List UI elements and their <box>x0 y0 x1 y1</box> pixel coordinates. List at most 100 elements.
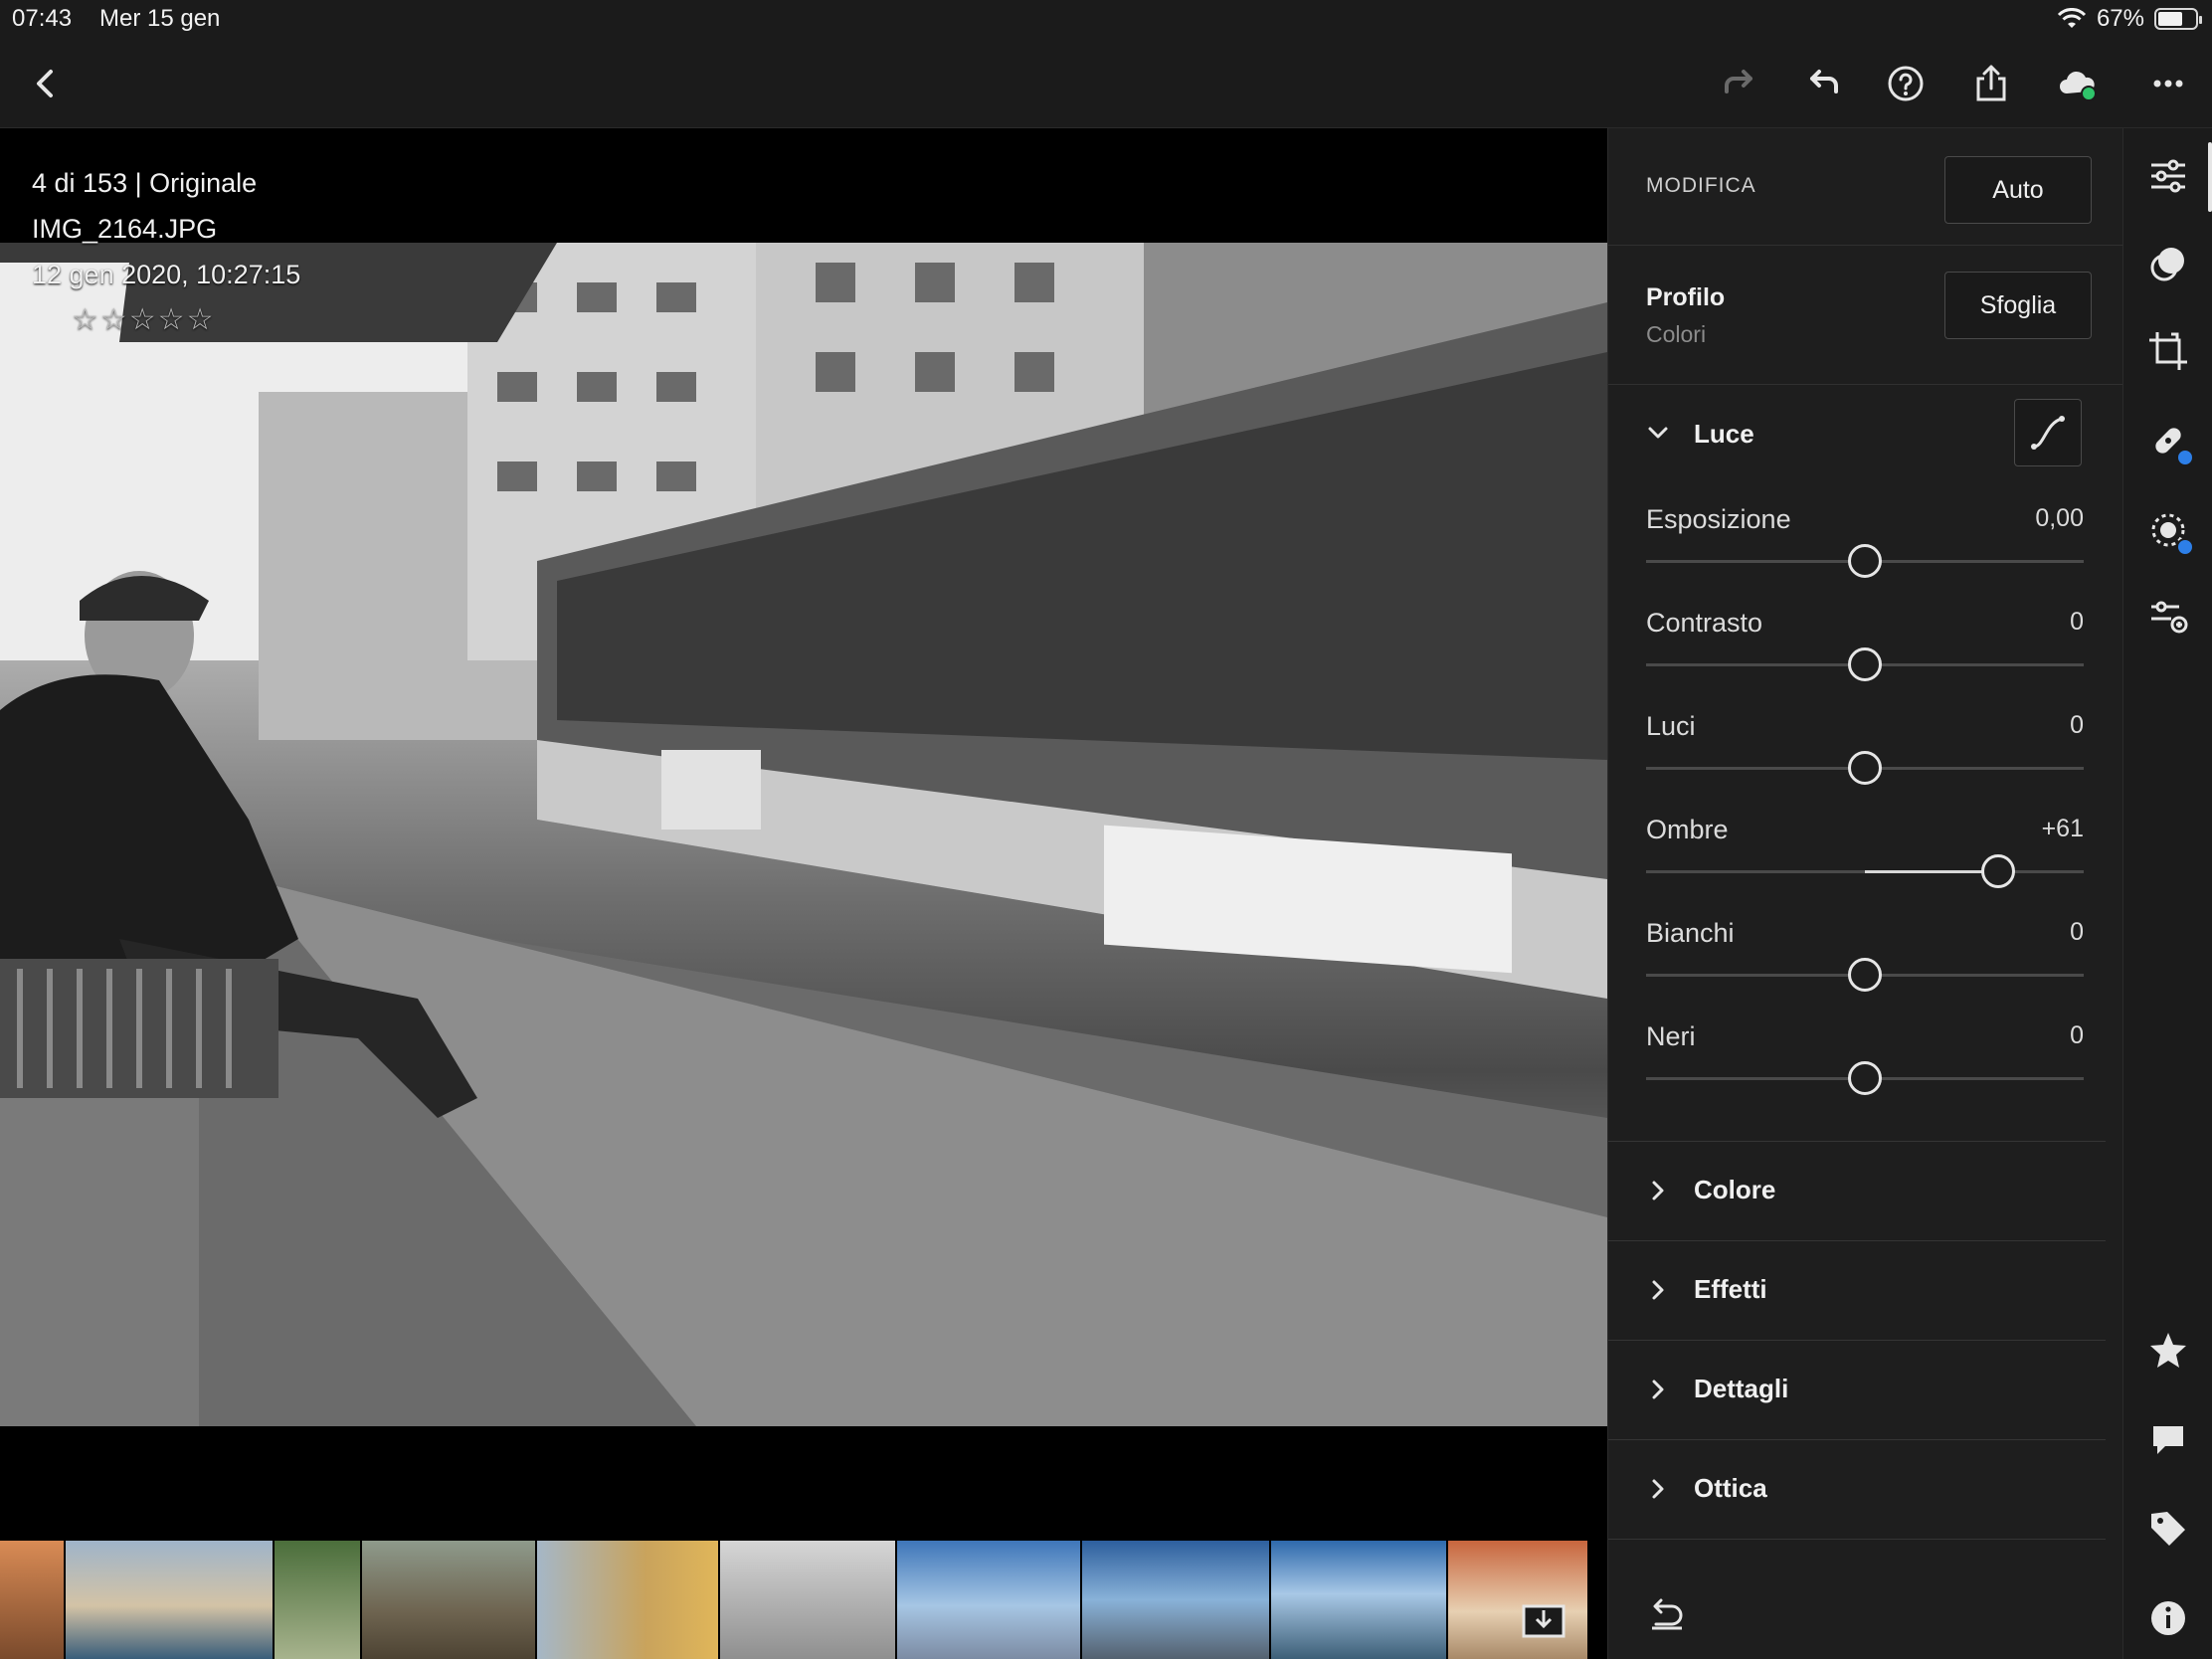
slider-luci[interactable]: Luci 0 <box>1646 711 2084 815</box>
slider-value[interactable]: 0 <box>2070 608 2084 637</box>
slider-label: Bianchi <box>1646 918 1735 948</box>
help-icon[interactable] <box>1880 58 1932 109</box>
top-toolbar <box>0 40 2212 128</box>
premium-badge <box>2176 538 2194 556</box>
curve-icon <box>2031 416 2065 450</box>
slider-ombre[interactable]: Ombre +61 <box>1646 815 2084 918</box>
profile-label: Profilo <box>1646 283 1726 311</box>
chevron-right-icon <box>1652 1479 1664 1499</box>
status-bar: 07:43 Mer 15 gen 67% <box>0 0 2212 40</box>
healing-icon[interactable] <box>2144 417 2194 466</box>
photo-datetime: 12 gen 2020, 10:27:15 <box>32 260 301 289</box>
slider-value[interactable]: 0 <box>2070 1021 2084 1050</box>
status-right: 67% <box>2057 5 2202 33</box>
auto-button[interactable]: Auto <box>1944 156 2092 224</box>
versions-icon[interactable] <box>2144 594 2192 642</box>
battery-icon <box>2154 8 2202 30</box>
filmstrip-thumb[interactable] <box>1082 1541 1269 1659</box>
filmstrip-thumb[interactable] <box>897 1541 1080 1659</box>
slider-esposizione[interactable]: Esposizione 0,00 <box>1646 504 2084 608</box>
profile-value[interactable]: Colori <box>1646 321 1706 348</box>
battery-percent: 67% <box>2096 5 2144 32</box>
section-label: Dettagli <box>1694 1374 1789 1403</box>
photo-image[interactable] <box>0 243 1607 1426</box>
wifi-icon <box>2057 8 2087 28</box>
reset-icon[interactable] <box>1646 1592 1688 1634</box>
filmstrip-thumb[interactable] <box>537 1541 718 1659</box>
battery-fill <box>2158 12 2182 26</box>
premium-badge <box>2176 449 2194 466</box>
section-label: Colore <box>1694 1175 1776 1204</box>
filmstrip-thumb[interactable] <box>1271 1541 1446 1659</box>
slider-bianchi[interactable]: Bianchi 0 <box>1646 918 2084 1021</box>
photo-viewer[interactable]: 4 di 153 | Originale IMG_2164.JPG 12 gen… <box>0 128 1607 1541</box>
filmstrip-thumb[interactable] <box>1448 1541 1587 1659</box>
photo-rating[interactable]: ☆☆☆☆☆ <box>32 297 300 343</box>
filmstrip-thumb[interactable] <box>66 1541 273 1659</box>
slider-handle[interactable] <box>1848 544 1882 578</box>
section-label: Effetti <box>1694 1274 1767 1304</box>
section-ottica[interactable]: Ottica <box>1608 1439 2106 1539</box>
slider-label: Contrasto <box>1646 608 1763 638</box>
filmstrip-thumb[interactable] <box>362 1541 535 1659</box>
chevron-right-icon <box>1652 1380 1664 1399</box>
info-icon[interactable] <box>2144 1594 2192 1642</box>
selective-icon[interactable] <box>2144 506 2194 556</box>
star-icon[interactable] <box>2144 1326 2192 1374</box>
tag-icon[interactable] <box>2144 1505 2192 1553</box>
photo-illustration <box>0 243 1607 1426</box>
section-colore[interactable]: Colore <box>1608 1141 2106 1240</box>
slider-contrasto[interactable]: Contrasto 0 <box>1646 608 2084 711</box>
edit-sliders-icon[interactable] <box>2144 152 2192 200</box>
slider-handle[interactable] <box>1848 647 1882 681</box>
slider-handle[interactable] <box>1848 1061 1882 1095</box>
status-date: Mer 15 gen <box>99 5 221 32</box>
chevron-down-icon <box>1648 427 1668 439</box>
rating-stars[interactable]: ☆☆☆☆☆ <box>72 303 215 336</box>
back-chevron-icon[interactable] <box>20 58 72 109</box>
chevron-right-icon <box>1652 1280 1664 1300</box>
section-dettagli[interactable]: Dettagli <box>1608 1340 2106 1439</box>
slider-handle[interactable] <box>1848 958 1882 992</box>
slider-value[interactable]: 0,00 <box>2035 504 2084 533</box>
panel-title: MODIFICA <box>1646 174 1756 197</box>
slider-value[interactable]: +61 <box>2042 815 2084 843</box>
status-time: 07:43 <box>12 5 73 32</box>
slider-value[interactable]: 0 <box>2070 918 2084 947</box>
slider-handle[interactable] <box>1981 854 2016 888</box>
active-indicator <box>2208 142 2212 212</box>
browse-profiles-button[interactable]: Sfoglia <box>1944 272 2092 339</box>
photo-position: 4 di 153 | Originale <box>32 168 258 198</box>
filmstrip-thumb[interactable] <box>720 1541 895 1659</box>
profile-row: Profilo Colori Sfoglia <box>1608 246 2123 385</box>
slider-label: Luci <box>1646 711 1696 741</box>
section-effetti[interactable]: Effetti <box>1608 1240 2106 1340</box>
redo-icon[interactable] <box>1713 58 1764 109</box>
cloud-sync-icon[interactable] <box>2051 58 2103 109</box>
comment-icon[interactable] <box>2144 1415 2192 1463</box>
filmstrip-thumb[interactable] <box>0 1541 64 1659</box>
chevron-right-icon <box>1652 1181 1664 1200</box>
section-label: Ottica <box>1694 1473 1767 1503</box>
undo-icon[interactable] <box>1798 58 1850 109</box>
slider-label: Esposizione <box>1646 504 1791 534</box>
tone-curve-button[interactable] <box>2014 399 2082 466</box>
photo-filename: IMG_2164.JPG <box>32 214 218 244</box>
divider <box>1608 1539 2106 1540</box>
section-light-label: Luce <box>1694 419 1754 449</box>
presets-icon[interactable] <box>2144 240 2192 287</box>
crop-icon[interactable] <box>2144 327 2192 375</box>
slider-neri[interactable]: Neri 0 <box>1646 1021 2084 1125</box>
slider-fill <box>1865 870 1999 873</box>
more-icon[interactable] <box>2142 58 2194 109</box>
slider-handle[interactable] <box>1848 751 1882 785</box>
panel-header: MODIFICA Auto <box>1608 128 2123 246</box>
filmstrip[interactable] <box>0 1541 1607 1659</box>
slider-label: Ombre <box>1646 815 1729 844</box>
tool-rail <box>2122 128 2212 1659</box>
photo-info-overlay: 4 di 153 | Originale IMG_2164.JPG 12 gen… <box>32 160 300 343</box>
filmstrip-thumb[interactable] <box>275 1541 360 1659</box>
download-icon <box>1522 1604 1566 1638</box>
slider-value[interactable]: 0 <box>2070 711 2084 740</box>
share-icon[interactable] <box>1965 58 2017 109</box>
